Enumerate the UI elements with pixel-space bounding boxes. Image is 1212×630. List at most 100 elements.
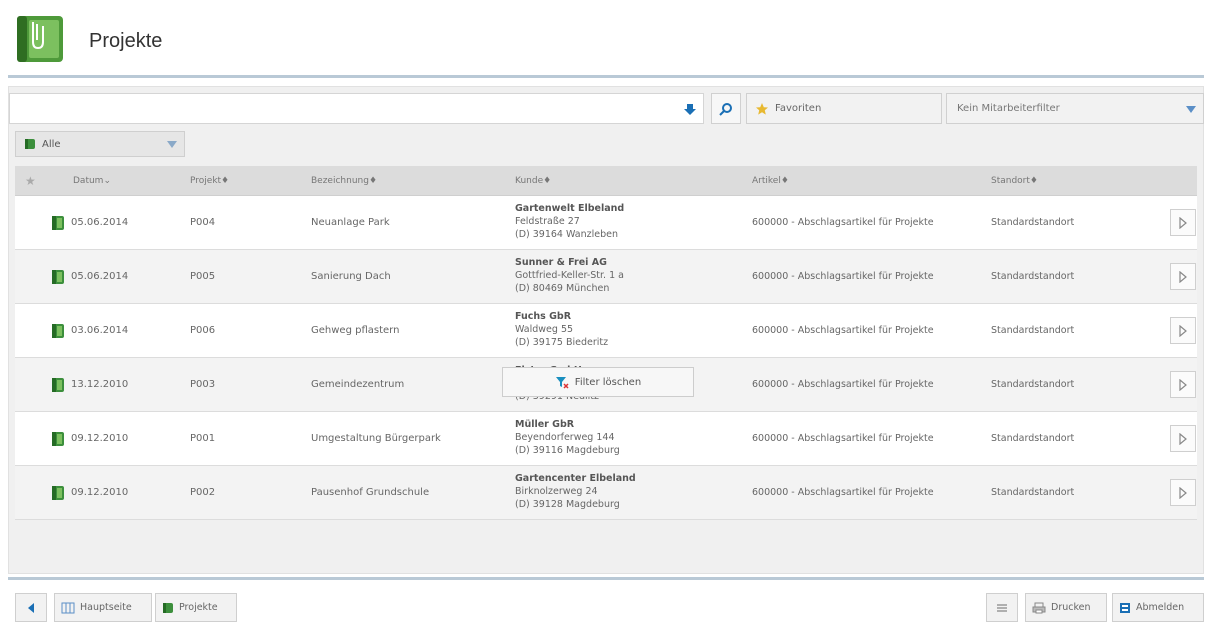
cell-datum: 09.12.2010 bbox=[71, 433, 129, 444]
breadcrumb-home-label: Hauptseite bbox=[80, 602, 132, 613]
cell-artikel: 600000 - Abschlagsartikel für Projekte bbox=[752, 217, 934, 228]
search-button[interactable] bbox=[711, 93, 741, 124]
logout-button[interactable]: Abmelden bbox=[1112, 593, 1204, 622]
customer-street: Feldstraße 27 bbox=[515, 216, 580, 227]
open-row-button[interactable] bbox=[1170, 371, 1196, 398]
column-standort[interactable]: Standort♦ bbox=[991, 176, 1038, 186]
search-input[interactable] bbox=[10, 94, 670, 123]
cell-standort: Standardstandort bbox=[991, 271, 1075, 282]
cell-bezeichnung: Gehweg pflastern bbox=[311, 325, 400, 336]
cell-standort: Standardstandort bbox=[991, 379, 1075, 390]
customer-name: Sunner & Frei AG bbox=[515, 257, 607, 268]
status-filter-select[interactable]: Alle bbox=[15, 131, 185, 157]
employee-filter-select[interactable]: Kein Mitarbeiterfilter bbox=[946, 93, 1204, 124]
employee-filter-value: Kein Mitarbeiterfilter bbox=[957, 103, 1060, 114]
favorites-label: Favoriten bbox=[775, 103, 822, 114]
table-body: 05.06.2014 P004 Neuanlage Park Gartenwelt E… bbox=[15, 196, 1197, 520]
open-row-button[interactable] bbox=[1170, 425, 1196, 452]
chevron-down-icon bbox=[167, 141, 177, 148]
cell-projekt: P003 bbox=[190, 379, 216, 390]
projects-table: ★ Datum⌄ Projekt♦ Bezeichnung♦ Kunde♦ Ar… bbox=[15, 166, 1197, 520]
cell-bezeichnung: Umgestaltung Bürgerpark bbox=[311, 433, 441, 444]
customer-city: (D) 39128 Magdeburg bbox=[515, 499, 620, 510]
cell-projekt: P005 bbox=[190, 271, 216, 282]
logout-icon bbox=[1120, 602, 1130, 613]
project-status-icon bbox=[25, 139, 35, 149]
play-arrow-icon bbox=[1179, 216, 1187, 229]
table-row[interactable]: 09.12.2010 P001 Umgestaltung Bürgerpark Mül… bbox=[15, 412, 1197, 466]
cell-bezeichnung: Sanierung Dach bbox=[311, 271, 391, 282]
table-row[interactable]: 05.06.2014 P004 Neuanlage Park Gartenwelt E… bbox=[15, 196, 1197, 250]
cell-standort: Standardstandort bbox=[991, 487, 1075, 498]
table-row[interactable]: 05.06.2014 P005 Sanierung Dach Sunner & Fre… bbox=[15, 250, 1197, 304]
customer-name: Müller GbR bbox=[515, 419, 575, 430]
project-binder-icon bbox=[17, 16, 63, 62]
arrow-down-icon[interactable] bbox=[683, 102, 697, 116]
clear-filter-button[interactable]: Filter löschen bbox=[502, 367, 694, 397]
cell-artikel: 600000 - Abschlagsartikel für Projekte bbox=[752, 325, 934, 336]
chevron-down-icon bbox=[1186, 106, 1196, 113]
search-field[interactable] bbox=[9, 93, 704, 124]
logout-label: Abmelden bbox=[1136, 602, 1185, 613]
cell-standort: Standardstandort bbox=[991, 433, 1075, 444]
cell-projekt: P001 bbox=[190, 433, 216, 444]
customer-name: Gartencenter Elbeland bbox=[515, 473, 636, 484]
project-status-icon bbox=[52, 270, 64, 284]
cell-artikel: 600000 - Abschlagsartikel für Projekte bbox=[752, 271, 934, 282]
printer-icon bbox=[1032, 602, 1046, 613]
cell-datum: 05.06.2014 bbox=[71, 271, 129, 282]
customer-street: Beyendorferweg 144 bbox=[515, 432, 615, 443]
cell-bezeichnung: Gemeindezentrum bbox=[311, 379, 405, 390]
back-arrow-icon bbox=[28, 602, 34, 613]
customer-street: Birknolzerweg 24 bbox=[515, 486, 598, 497]
cell-artikel: 600000 - Abschlagsartikel für Projekte bbox=[752, 379, 934, 390]
table-row[interactable]: 03.06.2014 P006 Gehweg pflastern Fuchs GbR W… bbox=[15, 304, 1197, 358]
cell-standort: Standardstandort bbox=[991, 325, 1075, 336]
column-datum[interactable]: Datum⌄ bbox=[73, 176, 111, 186]
column-projekt[interactable]: Projekt♦ bbox=[190, 176, 229, 186]
cell-kunde: Müller GbR Beyendorferweg 144 (D) 39116 Ma… bbox=[515, 418, 620, 457]
customer-city: (D) 80469 München bbox=[515, 283, 610, 294]
favorites-button[interactable]: Favoriten bbox=[746, 93, 942, 124]
search-icon bbox=[719, 102, 732, 116]
open-row-button[interactable] bbox=[1170, 479, 1196, 506]
cell-kunde: Fuchs GbR Waldweg 55 (D) 39175 Biederitz bbox=[515, 310, 608, 349]
play-arrow-icon bbox=[1179, 270, 1187, 283]
project-status-icon bbox=[163, 602, 173, 613]
cell-projekt: P002 bbox=[190, 487, 216, 498]
project-status-icon bbox=[52, 378, 64, 392]
clear-filter-label: Filter löschen bbox=[574, 376, 642, 388]
cell-bezeichnung: Pausenhof Grundschule bbox=[311, 487, 430, 498]
open-row-button[interactable] bbox=[1170, 209, 1196, 236]
column-bezeichnung[interactable]: Bezeichnung♦ bbox=[311, 176, 377, 186]
play-arrow-icon bbox=[1179, 324, 1187, 337]
project-status-icon bbox=[52, 216, 64, 230]
favorite-column-icon[interactable]: ★ bbox=[25, 174, 36, 188]
table-row[interactable]: 09.12.2010 P002 Pausenhof Grundschule Garte… bbox=[15, 466, 1197, 520]
breadcrumb-projects[interactable]: Projekte bbox=[155, 593, 237, 622]
breadcrumb-home[interactable]: Hauptseite bbox=[54, 593, 152, 622]
customer-city: (D) 39164 Wanzleben bbox=[515, 229, 618, 240]
back-button[interactable] bbox=[15, 593, 47, 622]
status-filter-value: Alle bbox=[42, 138, 61, 150]
print-label: Drucken bbox=[1051, 602, 1091, 613]
funnel-clear-icon bbox=[555, 377, 569, 389]
table-header: ★ Datum⌄ Projekt♦ Bezeichnung♦ Kunde♦ Ar… bbox=[15, 166, 1197, 196]
menu-button[interactable] bbox=[986, 593, 1018, 622]
cell-projekt: P006 bbox=[190, 325, 216, 336]
play-arrow-icon bbox=[1179, 432, 1187, 445]
open-row-button[interactable] bbox=[1170, 317, 1196, 344]
customer-city: (D) 39175 Biederitz bbox=[515, 337, 609, 348]
project-status-icon bbox=[52, 432, 64, 446]
column-artikel[interactable]: Artikel♦ bbox=[752, 176, 789, 186]
print-button[interactable]: Drucken bbox=[1025, 593, 1107, 622]
cell-standort: Standardstandort bbox=[991, 217, 1075, 228]
page-header: Projekte bbox=[8, 6, 1204, 78]
menu-icon bbox=[997, 603, 1007, 612]
star-icon bbox=[756, 102, 768, 115]
column-kunde[interactable]: Kunde♦ bbox=[515, 176, 551, 186]
open-row-button[interactable] bbox=[1170, 263, 1196, 290]
cell-datum: 13.12.2010 bbox=[71, 379, 129, 390]
footer-divider bbox=[8, 577, 1204, 580]
cell-datum: 05.06.2014 bbox=[71, 217, 129, 228]
